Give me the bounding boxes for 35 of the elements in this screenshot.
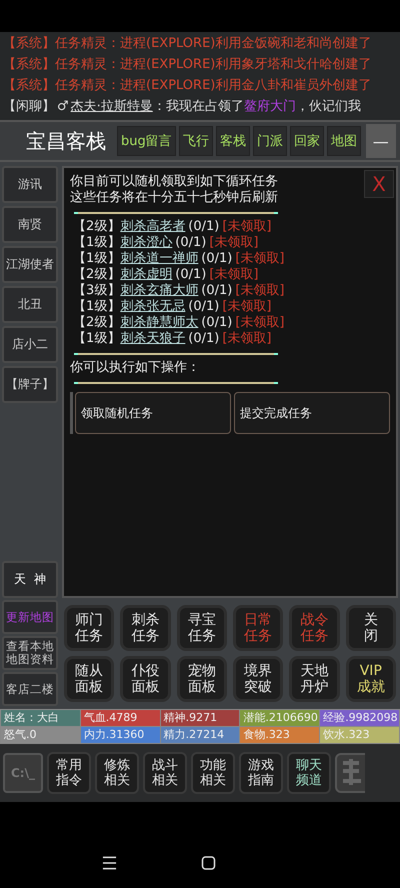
gender-symbol: ♂ xyxy=(57,99,69,114)
system-message: 【系统】任务精灵：进程(EXPLORE)利用金饭碗和老和尚创建了 xyxy=(3,36,372,51)
stat-bar: 精神.9271 xyxy=(160,710,240,726)
task-level: 【1级】 xyxy=(73,235,120,250)
stat-bar: 气血.4789 xyxy=(80,710,160,726)
location-title: 宝昌客栈 xyxy=(26,128,106,154)
dialog-text: 这些任务将在十分五十七秒钟后刷新 xyxy=(70,190,278,206)
stat-bar: 内力.31360 xyxy=(80,727,160,743)
task-level: 【2级】 xyxy=(73,219,120,234)
task-status: [未领取] xyxy=(222,331,272,346)
system-message: 【系统】任务精灵：进程(EXPLORE)利用金八卦和崔员外创建了 xyxy=(3,78,372,93)
chat-message: ：我现在占领了鳌府大门，伙记们我 xyxy=(152,99,361,114)
task-status: [未领取] xyxy=(235,315,285,330)
dialog-text: 你可以执行如下操作： xyxy=(70,360,200,376)
task-level: 【1级】 xyxy=(73,331,120,346)
task-level: 【1级】 xyxy=(73,299,120,314)
channel-tag: 【闲聊】 xyxy=(3,99,55,114)
stat-bar: 潜能.2106690 xyxy=(240,710,320,726)
stat-bar: 食物.323 xyxy=(240,727,320,743)
task-status: [未领取] xyxy=(209,267,259,282)
task-level: 【3级】 xyxy=(73,283,120,298)
stat-bar: 精力.27214 xyxy=(160,727,240,743)
dialog-text: 你目前可以随机领取到如下循环任务 xyxy=(70,174,278,190)
stat-bar: 姓名：大白 xyxy=(1,710,80,726)
task-status: [未领取] xyxy=(222,299,272,314)
task-status: [未领取] xyxy=(235,251,285,266)
stat-bar: 饮水.323 xyxy=(320,727,399,743)
task-status: [未领取] xyxy=(222,219,272,234)
task-status: [未领取] xyxy=(235,283,285,298)
task-level: 【2级】 xyxy=(73,267,120,282)
task-status: [未领取] xyxy=(209,235,259,250)
task-level: 【2级】 xyxy=(73,315,120,330)
task-level: 【1级】 xyxy=(73,251,120,266)
stat-bar: 经验.9982098 xyxy=(320,710,399,726)
system-message: 【系统】任务精灵：进程(EXPLORE)利用象牙塔和戈什哈创建了 xyxy=(3,57,372,72)
